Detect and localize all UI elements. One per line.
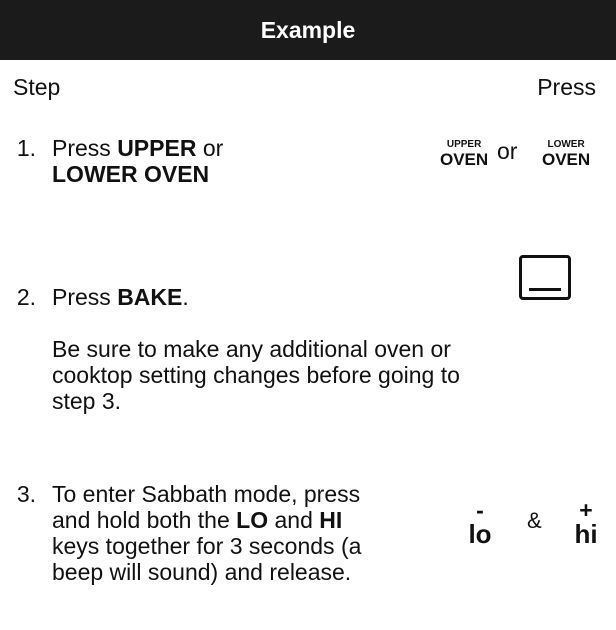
hi-word: hi — [574, 519, 598, 549]
example-header: Example — [0, 0, 616, 60]
step-1-bold-upper: UPPER — [117, 135, 197, 161]
lower-oven-key-icon: LOWER OVEN — [542, 139, 591, 169]
upper-key-big-label: OVEN — [440, 150, 489, 169]
step-2-note: Be sure to make any additional oven or c… — [52, 336, 472, 414]
step-1-bold-lower-oven: LOWER OVEN — [52, 161, 210, 187]
lo-key-icon: - lo — [462, 497, 498, 549]
step-2-post: . — [182, 284, 189, 310]
hi-sign: + — [579, 497, 593, 523]
step-2-text: Press BAKE. — [52, 284, 392, 310]
step-3-number: 3. — [16, 481, 36, 507]
step-2-note-text: Be sure to make any additional oven or c… — [52, 336, 460, 414]
or-text: or — [497, 138, 518, 164]
step-2-bold-bake: BAKE — [117, 284, 183, 310]
upper-key-small-label: UPPER — [446, 139, 482, 150]
step-1-number: 1. — [16, 135, 36, 161]
step-1-text: Press UPPER or LOWER OVEN — [52, 135, 352, 187]
step-3-bold-hi: HI — [319, 507, 343, 533]
upper-oven-key-icon: UPPER OVEN — [440, 139, 489, 169]
hi-key-icon: + hi — [568, 497, 604, 549]
lo-word: lo — [468, 519, 492, 549]
step-1-mid: or — [196, 135, 224, 161]
step-3-mid: and — [268, 507, 320, 533]
step-3-text: To enter Sabbath mode, press and hold bo… — [52, 481, 382, 585]
step-1-pre: Press — [52, 135, 118, 161]
lo-sign: - — [476, 497, 484, 523]
ampersand-text: & — [527, 508, 542, 533]
bake-button-icon — [519, 255, 571, 300]
step-3-bold-lo: LO — [236, 507, 269, 533]
step-2-number: 2. — [16, 284, 36, 310]
press-column-heading: Press — [537, 74, 596, 100]
lower-key-small-label: LOWER — [547, 139, 585, 150]
step-column-heading: Step — [13, 74, 61, 100]
step-2-pre: Press — [52, 284, 118, 310]
step-3-line-b: keys together for 3 seconds (a beep will… — [52, 533, 362, 585]
bake-icon-bar — [529, 288, 561, 291]
lower-key-big-label: OVEN — [542, 150, 591, 169]
header-title: Example — [260, 16, 356, 43]
